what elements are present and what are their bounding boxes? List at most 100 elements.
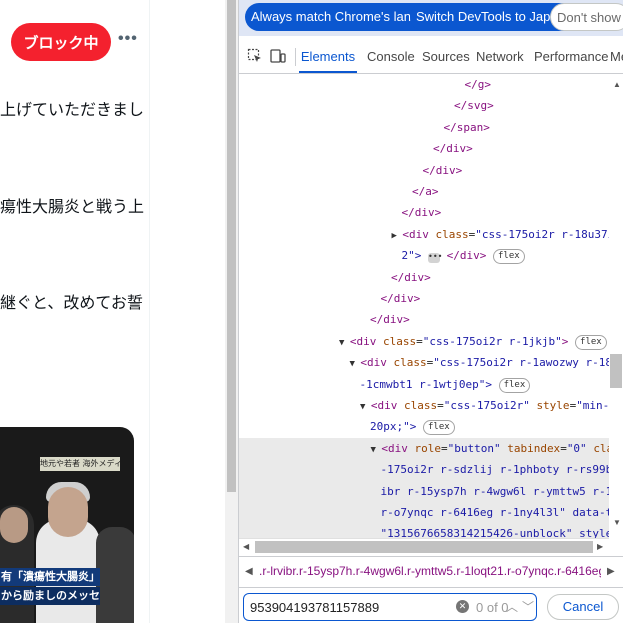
dom-node-line[interactable]: </div> bbox=[239, 309, 609, 330]
dom-node-line[interactable]: ▼ <div class="css-175oi2r r-1jkjb"> flex bbox=[239, 331, 609, 352]
scroll-down-arrow-icon[interactable]: ▼ bbox=[613, 518, 621, 527]
search-input[interactable]: 953904193781157889 ✕ 0 of 0 ︿ ﹀ bbox=[243, 593, 537, 621]
dom-attr-equals: = bbox=[437, 399, 444, 412]
dom-tag-name: <div bbox=[360, 356, 387, 370]
clear-search-icon[interactable]: ✕ bbox=[456, 600, 469, 613]
dom-closing-tag: </span> bbox=[443, 120, 490, 134]
flex-badge: flex bbox=[498, 377, 531, 393]
previous-match-icon[interactable]: ︿ bbox=[506, 598, 518, 615]
dom-attr-value: "min-width: bbox=[576, 399, 609, 412]
dom-closing-tag: </g> bbox=[464, 78, 492, 91]
language-infobar: Always match Chrome's language Switch De… bbox=[239, 0, 623, 36]
dom-closing-tag: </svg> bbox=[454, 99, 494, 113]
scroll-right-arrow-icon[interactable]: ▶ bbox=[597, 542, 603, 551]
page-blank-area bbox=[150, 0, 225, 623]
dom-closing-tag: </div> bbox=[446, 249, 487, 263]
breadcrumb-right-arrow-icon[interactable]: ▶ bbox=[607, 566, 615, 577]
dom-attr-value: "css-175oi2r r-1awozwy r-18u37iz r bbox=[433, 356, 609, 370]
dom-node-line[interactable]: ▼ <div role="button" tabindex="0" class=… bbox=[239, 437, 609, 460]
page-scrollbar[interactable] bbox=[225, 0, 238, 623]
tab-console[interactable]: Console bbox=[367, 40, 415, 73]
dom-closing-tag: </div> bbox=[401, 206, 442, 220]
dom-node-line[interactable]: </g> bbox=[239, 74, 609, 95]
dom-node-line[interactable]: </a> bbox=[239, 181, 609, 202]
tweet-text-line: 瘍性大腸炎と戦う上 bbox=[0, 197, 145, 216]
dom-node-line[interactable]: </span> bbox=[239, 117, 609, 138]
inspect-element-icon[interactable] bbox=[247, 48, 263, 64]
flex-badge: flex bbox=[575, 334, 607, 350]
dom-node-line[interactable]: ▼ <div class="css-175oi2r" style="min-wi… bbox=[239, 395, 609, 416]
dom-attr-name: class bbox=[593, 441, 609, 455]
dom-closing-tag: </div> bbox=[391, 270, 431, 284]
tweet-media-image[interactable]: 地元や若者 海外メディアは 有「潰瘍性大腸炎」患い から励ましのメッセージ bbox=[0, 427, 134, 623]
dom-node-line[interactable]: </div> bbox=[239, 160, 609, 181]
dom-node-line[interactable]: ibr r-15ysp7h r-4wgw6l r-ymttw5 r-1loqt2… bbox=[239, 480, 610, 502]
tab-performance[interactable]: Performance bbox=[534, 40, 608, 73]
dom-node-line[interactable]: </svg> bbox=[239, 95, 609, 116]
dom-attr-name: class bbox=[403, 399, 438, 412]
dom-attr-name: class bbox=[435, 227, 469, 241]
tab-elements[interactable]: Elements bbox=[299, 40, 357, 73]
devtools-panel: Always match Chrome's language Switch De… bbox=[238, 0, 623, 623]
breadcrumb-bar: ◀ .r-lrvibr.r-15ysp7h.r-4wgw6l.r-ymttw5.… bbox=[239, 556, 623, 586]
blocked-button[interactable]: ブロック中 bbox=[11, 23, 111, 61]
dom-tag-end: > bbox=[561, 334, 569, 348]
dom-attr-value-continued: "1315676658314215426-unblock" style="bor… bbox=[380, 527, 610, 538]
dom-horizontal-scrollbar[interactable]: ◀ ▶ bbox=[239, 538, 609, 554]
dom-attr-value: "0" bbox=[566, 441, 587, 455]
dom-node-line[interactable]: 20px;"> flex bbox=[239, 416, 609, 437]
dom-tag-name: <div bbox=[370, 399, 398, 412]
breadcrumb[interactable]: .r-lrvibr.r-15ysp7h.r-4wgw6l.r-ymttw5.r-… bbox=[259, 564, 601, 578]
dom-node-line[interactable]: ▶ <div class="css-175oi2r r-18u37iz r-1w… bbox=[239, 224, 610, 245]
news-headline-banner: 地元や若者 海外メディアは bbox=[40, 457, 120, 471]
dom-tree-scrollbar[interactable]: ▲ ▼ bbox=[609, 74, 623, 538]
dont-show-again-button[interactable]: Don't show aga bbox=[550, 3, 623, 31]
scroll-left-arrow-icon[interactable]: ◀ bbox=[243, 542, 249, 551]
web-page-panel: ブロック中 ••• 上げていただきまし 瘍性大腸炎と戦う上 継ぐと、改めてお誓 … bbox=[0, 0, 150, 623]
dom-closing-tag: </div> bbox=[370, 313, 410, 327]
search-input-value[interactable]: 953904193781157889 bbox=[250, 600, 379, 615]
tweet-text-line: 継ぐと、改めてお誓 bbox=[0, 293, 143, 312]
dom-attr-value: "css-175oi2r r-18u37iz r-1wbh5 bbox=[475, 227, 609, 241]
more-options-icon[interactable]: ••• bbox=[118, 30, 138, 48]
dom-node-line[interactable]: </div> bbox=[239, 138, 609, 159]
expand-triangle-icon: ▼ bbox=[349, 359, 361, 370]
dom-closing-tag: </div> bbox=[380, 292, 421, 305]
expand-triangle-icon: ▼ bbox=[370, 444, 382, 455]
dom-attr-equals: = bbox=[560, 441, 567, 455]
breadcrumb-left-arrow-icon[interactable]: ◀ bbox=[245, 566, 253, 577]
page-scrollbar-thumb[interactable] bbox=[227, 0, 236, 492]
dom-node-line[interactable]: </div> bbox=[239, 202, 609, 223]
scroll-up-arrow-icon[interactable]: ▲ bbox=[613, 80, 621, 89]
dom-attr-value: "css-175oi2r r-1jkjb" bbox=[422, 334, 562, 348]
tab-sources[interactable]: Sources bbox=[422, 40, 470, 73]
collapse-triangle-icon: ▶ bbox=[391, 230, 403, 241]
dom-node-line[interactable]: </div> bbox=[239, 267, 609, 288]
dom-horizontal-scrollbar-thumb[interactable] bbox=[255, 541, 593, 553]
device-toolbar-icon[interactable] bbox=[270, 48, 286, 64]
dom-attr-value: "css-175oi2r" bbox=[443, 399, 530, 412]
news-person-face bbox=[48, 487, 88, 537]
dom-node-line[interactable]: 2"> ••• </div> flex bbox=[239, 245, 609, 266]
dom-closing-tag: </div> bbox=[433, 142, 473, 156]
dom-node-line[interactable]: "1315676658314215426-unblock" style="bor… bbox=[239, 523, 609, 538]
dom-node-line[interactable]: -175oi2r r-sdzlij r-1phboty r-rs99b7 r-1… bbox=[239, 459, 609, 481]
dom-attr-value-continued: r-o7ynqc r-6416eg r-1ny4l3l" data-testid… bbox=[380, 506, 610, 519]
cancel-search-button[interactable]: Cancel bbox=[547, 594, 619, 620]
dom-attr-value-continued: -1cmwbt1 r-1wtj0ep"> bbox=[359, 377, 492, 391]
expand-triangle-icon: ▼ bbox=[339, 337, 350, 348]
tab-network[interactable]: Network bbox=[476, 40, 524, 73]
next-match-icon[interactable]: ﹀ bbox=[522, 598, 534, 615]
dom-tag-name: <div bbox=[349, 334, 377, 348]
dom-node-line[interactable]: -1cmwbt1 r-1wtj0ep"> flex bbox=[239, 374, 609, 395]
dom-attr-value: "button" bbox=[447, 441, 501, 455]
dom-node-line[interactable]: r-o7ynqc r-6416eg r-1ny4l3l" data-testid… bbox=[239, 502, 610, 524]
dom-attr-value-continued: 20px;"> bbox=[370, 420, 417, 434]
dom-attr-value-continued: ibr r-15ysp7h r-4wgw6l r-ymttw5 r-1loqt2… bbox=[380, 484, 610, 498]
dom-node-line[interactable]: </div> bbox=[239, 288, 609, 309]
news-person-figure bbox=[96, 527, 134, 623]
dom-tree[interactable]: </g> </svg> </span> </div> </div> </a> </div> ▶… bbox=[239, 74, 609, 538]
dom-node-line[interactable]: ▼ <div class="css-175oi2r r-1awozwy r-18… bbox=[239, 352, 610, 373]
tab-memory[interactable]: Me bbox=[610, 40, 623, 73]
dom-tree-scrollbar-thumb[interactable] bbox=[610, 354, 622, 388]
